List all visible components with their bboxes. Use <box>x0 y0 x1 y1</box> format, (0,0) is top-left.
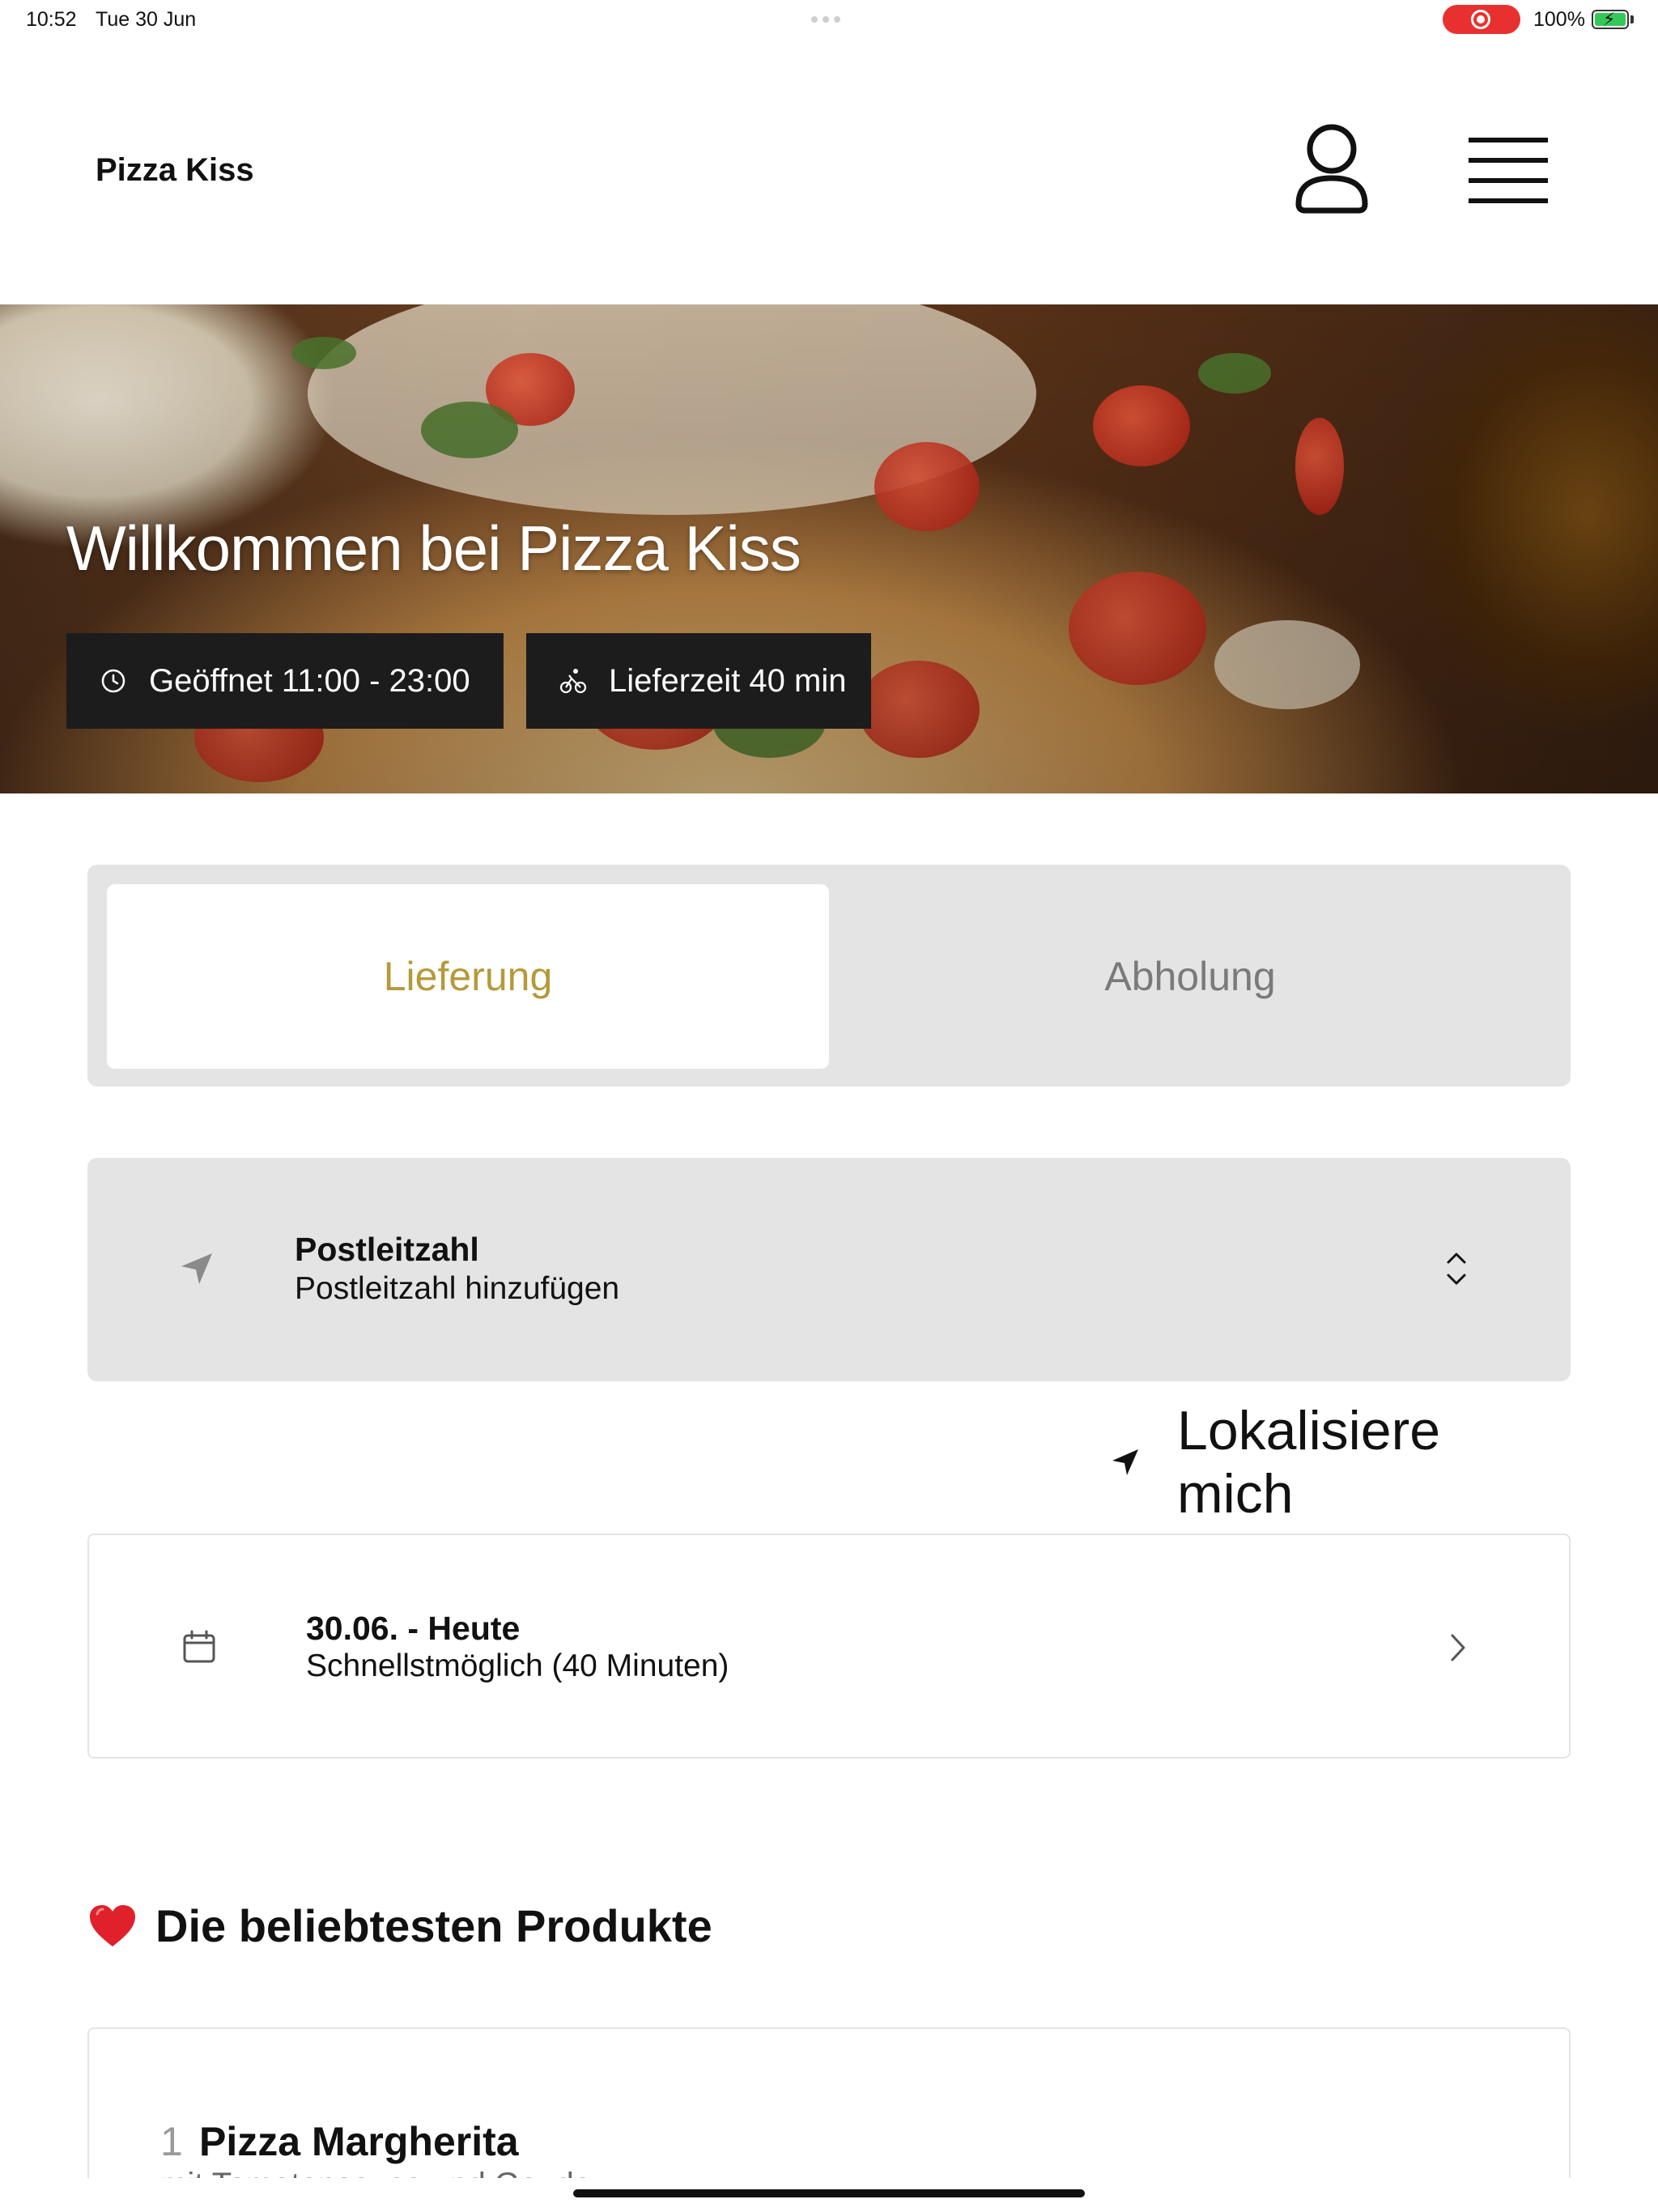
product-name: Pizza Margherita <box>199 2119 519 2164</box>
home-indicator[interactable] <box>573 2189 1085 2197</box>
opening-hours-badge: Geöffnet 11:00 - 23:00 <box>66 633 504 729</box>
status-bar: 10:52 Tue 30 Jun 100% ⚡ <box>0 0 1658 39</box>
heart-icon <box>87 1903 138 1950</box>
tab-abholung[interactable]: Abholung <box>829 884 1551 1069</box>
postal-code-label: Postleitzahl <box>295 1231 479 1268</box>
battery-charging-icon: ⚡ <box>1592 10 1629 29</box>
chevron-up-down-icon <box>1443 1250 1470 1287</box>
chevron-right-icon <box>1446 1631 1470 1665</box>
status-date: Tue 30 Jun <box>96 8 197 31</box>
delivery-time-text: Lieferzeit 40 min <box>609 662 847 699</box>
clock-icon <box>97 665 130 697</box>
popular-products-heading: Die beliebtesten Produkte <box>87 1899 712 1952</box>
hero-banner: Willkommen bei Pizza Kiss Geöffnet 11:00… <box>0 304 1658 793</box>
popular-products-title: Die beliebtesten Produkte <box>155 1900 712 1951</box>
battery-percentage: 100% <box>1533 8 1585 31</box>
locate-me-label: Lokalisiere mich <box>1177 1400 1441 1525</box>
location-arrow-icon <box>176 1249 217 1289</box>
battery-cap <box>1630 15 1634 23</box>
app-header: Pizza Kiss <box>0 39 1658 304</box>
opening-hours-text: Geöffnet 11:00 - 23:00 <box>149 662 470 699</box>
user-icon[interactable] <box>1287 120 1376 217</box>
brand-name[interactable]: Pizza Kiss <box>96 152 254 189</box>
location-arrow-icon <box>1109 1446 1141 1478</box>
delivery-date-selector[interactable]: 30.06. - Heute Schnellstmöglich (40 Minu… <box>87 1534 1571 1759</box>
delivery-date-text: 30.06. - Heute <box>306 1610 521 1647</box>
hamburger-menu-icon[interactable] <box>1464 134 1553 207</box>
tab-lieferung[interactable]: Lieferung <box>107 884 829 1069</box>
locate-me-button[interactable]: Lokalisiere mich <box>1109 1400 1571 1525</box>
postal-code-placeholder: Postleitzahl hinzufügen <box>295 1271 620 1306</box>
multitasking-dots-icon[interactable] <box>811 16 840 23</box>
calendar-icon <box>181 1629 217 1665</box>
postal-code-selector[interactable]: Postleitzahl Postleitzahl hinzufügen <box>87 1158 1571 1381</box>
delivery-time-badge: Lieferzeit 40 min <box>526 633 871 729</box>
order-type-segmented-control: Lieferung Abholung <box>87 865 1571 1087</box>
product-rank: 1 <box>160 2119 183 2164</box>
status-time: 10:52 <box>26 8 77 31</box>
hero-title: Willkommen bei Pizza Kiss <box>66 513 801 584</box>
delivery-time-option: Schnellstmöglich (40 Minuten) <box>306 1648 729 1683</box>
bicycle-icon <box>557 665 589 697</box>
screen-recording-icon[interactable] <box>1443 5 1520 34</box>
